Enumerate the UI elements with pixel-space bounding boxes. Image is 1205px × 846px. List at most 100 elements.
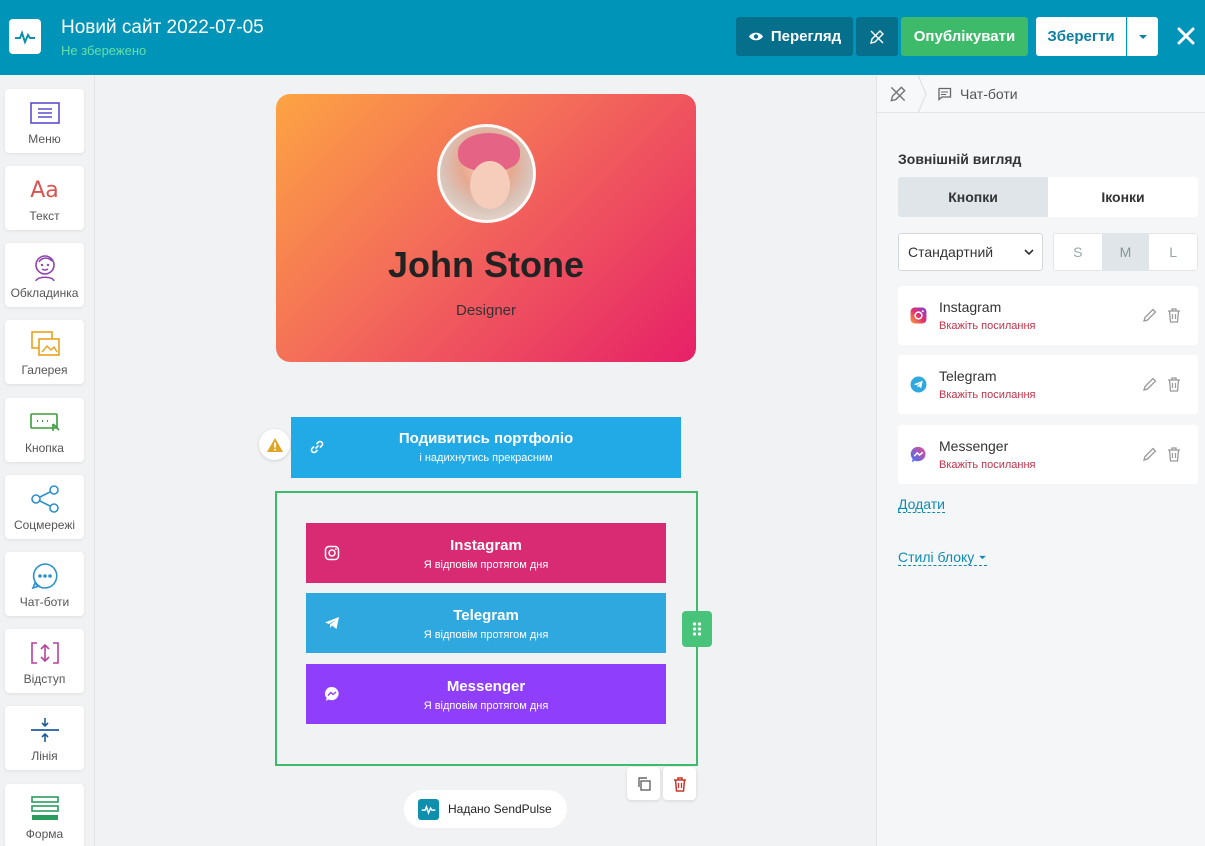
instagram-button[interactable]: Instagram Я відповім протягом дня: [306, 523, 666, 583]
warning-badge[interactable]: [259, 429, 290, 460]
trash-icon[interactable]: [1166, 376, 1182, 392]
breadcrumb-label: Чат-боти: [960, 86, 1018, 102]
powered-by-badge[interactable]: Надано SendPulse: [404, 790, 567, 828]
trash-icon: [673, 776, 686, 792]
add-link-button[interactable]: Додати: [898, 496, 945, 513]
breadcrumb-separator: [917, 75, 927, 113]
size-l[interactable]: L: [1149, 234, 1197, 270]
settings-panel: Чат-боти Зовнішній вигляд Кнопки Іконки …: [876, 75, 1205, 846]
delete-block-button[interactable]: [663, 767, 696, 800]
share-icon: [30, 485, 59, 513]
sidebar-item-menu[interactable]: Меню: [5, 89, 84, 153]
sidebar-item-gallery[interactable]: Галерея: [5, 320, 84, 384]
caret-down-icon: [1139, 34, 1147, 39]
pulse-icon: [15, 29, 35, 45]
caret-down-icon: [979, 555, 987, 559]
eye-icon: [748, 32, 763, 41]
preview-label: Перегляд: [770, 28, 842, 45]
telegram-icon: [910, 376, 927, 393]
pencil-icon[interactable]: [1142, 307, 1158, 323]
powered-by-text: Надано SendPulse: [448, 802, 552, 816]
cover-icon: [34, 255, 55, 282]
duplicate-block-button[interactable]: [627, 767, 660, 800]
size-s[interactable]: S: [1054, 234, 1102, 270]
trash-icon[interactable]: [1166, 307, 1182, 323]
sidebar-item-spacing[interactable]: Відступ: [5, 629, 84, 693]
portfolio-button[interactable]: Подивитись портфоліо і надихнутись прекр…: [291, 417, 681, 478]
sidebar-item-label: Чат-боти: [19, 595, 70, 609]
text-icon: Aa: [30, 177, 59, 203]
close-button[interactable]: [1172, 22, 1200, 50]
link-item-name: Instagram: [939, 299, 1002, 315]
top-bar: Новий сайт 2022-07-05 Не збережено Перег…: [0, 0, 1205, 75]
messenger-button-subtitle: Я відповім протягом дня: [423, 700, 549, 712]
link-item-hint: Вкажіть посилання: [939, 389, 1036, 401]
breadcrumb-item-chatbots[interactable]: Чат-боти: [937, 86, 1018, 102]
telegram-button-title: Telegram: [453, 607, 519, 624]
sidebar-item-line[interactable]: Лінія: [5, 706, 84, 770]
appearance-tabs: Кнопки Іконки: [898, 177, 1198, 217]
chevron-down-icon: [1024, 249, 1034, 255]
save-dropdown-button[interactable]: [1127, 17, 1158, 56]
sidebar-item-button[interactable]: Кнопка: [5, 398, 84, 462]
copy-icon: [637, 776, 651, 791]
messenger-button[interactable]: Messenger Я відповім протягом дня: [306, 664, 666, 724]
pencil-ruler-icon: [870, 29, 884, 44]
sidebar-item-label: Текст: [29, 209, 60, 223]
spacing-icon: [30, 642, 59, 664]
block-styles-label: Стилі блоку: [898, 549, 975, 565]
sidebar-item-label: Меню: [28, 132, 61, 146]
save-status: Не збережено: [61, 43, 147, 58]
sidebar-item-label: Відступ: [23, 672, 66, 686]
button-icon: [29, 413, 60, 431]
sidebar-item-label: Обкладинка: [10, 286, 79, 300]
link-item-instagram[interactable]: Instagram Вкажіть посилання: [898, 286, 1198, 345]
sendpulse-logo[interactable]: [9, 19, 41, 54]
link-item-hint: Вкажіть посилання: [939, 320, 1036, 332]
sidebar-item-chatbots[interactable]: Чат-боти: [5, 552, 84, 616]
drag-dots-icon: [692, 622, 702, 636]
pencil-ruler-icon[interactable]: [888, 84, 908, 104]
design-tools-button[interactable]: [856, 17, 898, 56]
block-drag-handle[interactable]: [682, 611, 712, 647]
form-icon: [30, 796, 59, 820]
link-item-telegram[interactable]: Telegram Вкажіть посилання: [898, 355, 1198, 414]
preview-button[interactable]: Перегляд: [736, 17, 853, 56]
line-icon: [30, 718, 59, 742]
trash-icon[interactable]: [1166, 446, 1182, 462]
sidebar-item-cover[interactable]: Обкладинка: [5, 243, 84, 307]
telegram-button[interactable]: Telegram Я відповім протягом дня: [306, 593, 666, 653]
profile-role[interactable]: Designer: [276, 302, 696, 319]
cover-block[interactable]: John Stone Designer: [276, 94, 696, 362]
messenger-button-title: Messenger: [446, 678, 526, 695]
profile-name[interactable]: John Stone: [276, 244, 696, 286]
chat-icon: [938, 87, 952, 101]
sidebar-item-social[interactable]: Соцмережі: [5, 475, 84, 539]
pencil-icon[interactable]: [1142, 446, 1158, 462]
pencil-icon[interactable]: [1142, 376, 1158, 392]
size-m[interactable]: M: [1101, 234, 1150, 270]
sendpulse-badge-logo: [418, 798, 439, 820]
publish-button[interactable]: Опублікувати: [901, 17, 1028, 56]
button-style-select[interactable]: Стандартний: [898, 233, 1043, 271]
tab-buttons[interactable]: Кнопки: [898, 177, 1048, 217]
sidebar-item-text[interactable]: Aa Текст: [5, 166, 84, 230]
link-item-messenger[interactable]: Messenger Вкажіть посилання: [898, 425, 1198, 484]
breadcrumb: Чат-боти: [877, 75, 1205, 113]
pulse-icon: [421, 804, 436, 815]
blocks-sidebar: Меню Aa Текст Обкладинка Галерея Кнопка …: [0, 75, 95, 846]
instagram-button-subtitle: Я відповім протягом дня: [423, 559, 549, 571]
portfolio-button-title: Подивитись портфоліо: [398, 430, 574, 447]
save-button[interactable]: Зберегти: [1036, 17, 1126, 56]
portfolio-button-subtitle: і надихнутись прекрасним: [419, 452, 553, 464]
close-icon: [1177, 27, 1195, 45]
block-styles-toggle[interactable]: Стилі блоку: [898, 549, 988, 566]
site-title[interactable]: Новий сайт 2022-07-05: [61, 17, 264, 39]
messenger-icon: [910, 446, 926, 463]
tab-icons[interactable]: Іконки: [1048, 177, 1198, 217]
button-style-value: Стандартний: [908, 244, 994, 260]
sidebar-item-label: Лінія: [31, 749, 58, 763]
instagram-button-title: Instagram: [450, 537, 522, 554]
instagram-icon: [910, 307, 927, 324]
sidebar-item-form[interactable]: Форма: [5, 784, 84, 846]
